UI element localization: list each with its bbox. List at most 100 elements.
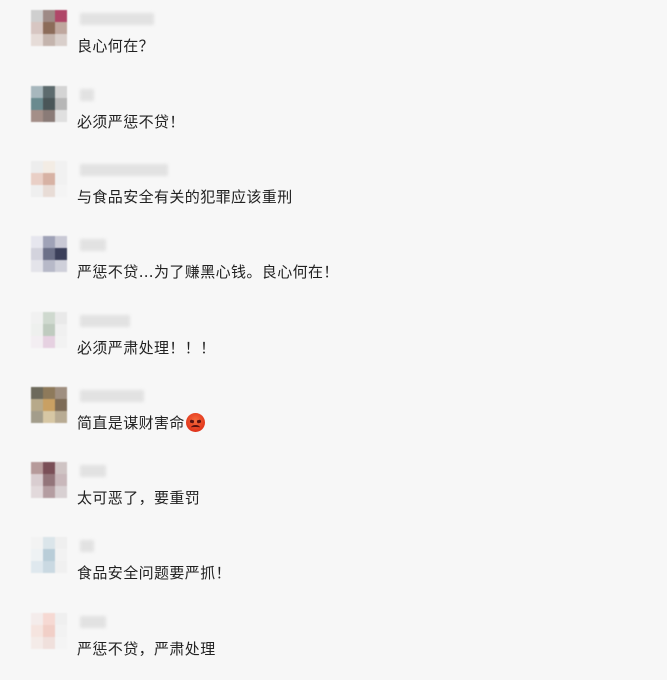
avatar-mosaic-tile [43,637,55,649]
avatar-mosaic-tile [43,625,55,637]
avatar-mosaic-tile [55,324,67,336]
avatar[interactable] [31,387,67,423]
avatar-mosaic-tile [55,185,67,197]
avatar-mosaic-tile [31,486,43,498]
avatar-mosaic-tile [55,312,67,324]
avatar-mosaic-tile [31,110,43,122]
avatar-mosaic-tile [55,486,67,498]
username-blurred[interactable] [80,164,168,176]
username-blurred[interactable] [80,89,94,101]
avatar-mosaic-tile [31,474,43,486]
avatar-mosaic-tile [43,185,55,197]
avatar-mosaic-tile [31,86,43,98]
avatar-mosaic-tile [43,110,55,122]
avatar-mosaic-tile [55,399,67,411]
avatar-mosaic-tile [31,34,43,46]
avatar-mosaic-tile [43,613,55,625]
avatar-mosaic-tile [43,248,55,260]
avatar-mosaic-tile [43,260,55,272]
avatar-mosaic-tile [43,537,55,549]
avatar-mosaic-tile [31,399,43,411]
avatar-mosaic-tile [55,236,67,248]
avatar-mosaic-tile [55,411,67,423]
avatar-mosaic-tile [31,549,43,561]
avatar-mosaic-tile [55,387,67,399]
avatar-mosaic-tile [31,98,43,110]
avatar-mosaic-tile [43,324,55,336]
avatar-mosaic-tile [55,10,67,22]
comment-item: 必须严惩不贷！ [0,86,667,146]
comment-item: 简直是谋财害命 [0,387,667,447]
avatar-mosaic-tile [43,336,55,348]
comment-item: 必须严肃处理！！！ [0,312,667,372]
avatar-mosaic-tile [55,110,67,122]
avatar-mosaic-tile [55,173,67,185]
avatar-mosaic-tile [31,537,43,549]
avatar-mosaic-tile [31,324,43,336]
avatar-mosaic-tile [43,22,55,34]
avatar-mosaic-tile [31,236,43,248]
comment-text: 必须严惩不贷！ [77,113,185,131]
avatar-mosaic-tile [43,411,55,423]
avatar-mosaic-tile [43,486,55,498]
avatar-mosaic-tile [31,260,43,272]
avatar-mosaic-tile [55,637,67,649]
avatar-mosaic-tile [43,387,55,399]
avatar-mosaic-tile [43,161,55,173]
comment-text: 简直是谋财害命 [77,413,205,433]
username-blurred[interactable] [80,13,154,25]
avatar-mosaic-tile [31,387,43,399]
username-blurred[interactable] [80,239,106,251]
comment-item: 食品安全问题要严抓！ [0,537,667,597]
avatar-mosaic-tile [43,98,55,110]
avatar-mosaic-tile [55,561,67,573]
comment-text: 太可恶了，要重罚 [77,489,201,507]
avatar-mosaic-tile [55,549,67,561]
comment-text: 食品安全问题要严抓！ [77,564,232,582]
avatar[interactable] [31,86,67,122]
avatar-mosaic-tile [31,173,43,185]
comment-text: 与食品安全有关的犯罪应该重刑 [77,188,293,206]
avatar-mosaic-tile [31,625,43,637]
avatar-mosaic-tile [43,399,55,411]
avatar[interactable] [31,537,67,573]
avatar-mosaic-tile [43,549,55,561]
avatar[interactable] [31,312,67,348]
avatar-mosaic-tile [43,561,55,573]
avatar-mosaic-tile [55,336,67,348]
avatar[interactable] [31,462,67,498]
avatar-mosaic-tile [31,561,43,573]
username-blurred[interactable] [80,616,106,628]
avatar-mosaic-tile [31,613,43,625]
avatar-mosaic-tile [55,86,67,98]
username-blurred[interactable] [80,315,130,327]
avatar-mosaic-tile [31,411,43,423]
avatar-mosaic-tile [55,260,67,272]
avatar-mosaic-tile [31,10,43,22]
avatar-mosaic-tile [31,336,43,348]
avatar-mosaic-tile [55,625,67,637]
comment-text-content: 简直是谋财害命 [77,414,185,432]
avatar-mosaic-tile [31,185,43,197]
avatar[interactable] [31,613,67,649]
avatar-mosaic-tile [55,161,67,173]
avatar-mosaic-tile [31,248,43,260]
avatar-mosaic-tile [43,312,55,324]
avatar-mosaic-tile [43,462,55,474]
avatar[interactable] [31,161,67,197]
avatar-mosaic-tile [55,537,67,549]
comment-text: 必须严肃处理！！！ [77,339,216,357]
comment-item: 与食品安全有关的犯罪应该重刑 [0,161,667,221]
comment-item: 严惩不贷…为了赚黑心钱。良心何在！ [0,236,667,296]
username-blurred[interactable] [80,465,106,477]
comment-text: 良心何在？ [77,37,155,55]
avatar-mosaic-tile [31,22,43,34]
avatar-mosaic-tile [55,248,67,260]
comment-item: 严惩不贷，严肃处理 [0,613,667,673]
avatar[interactable] [31,236,67,272]
avatar-mosaic-tile [55,22,67,34]
avatar-mosaic-tile [43,474,55,486]
username-blurred[interactable] [80,540,94,552]
avatar[interactable] [31,10,67,46]
username-blurred[interactable] [80,390,144,402]
